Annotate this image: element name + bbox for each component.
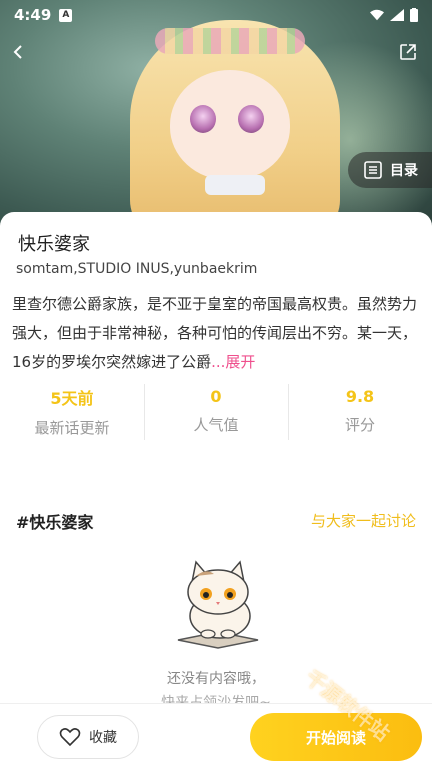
status-time: 4:49	[14, 6, 52, 24]
stat-popularity: 0 人气值	[144, 382, 288, 440]
stats-row: 5天前 最新话更新 0 人气值 9.8 评分	[0, 382, 432, 440]
empty-message: 还没有内容哦，	[167, 671, 265, 687]
status-bar: 4:49 A	[0, 0, 432, 30]
discuss-link[interactable]: 与大家一起讨论	[311, 510, 416, 531]
table-of-contents-button[interactable]: 目录	[348, 152, 432, 188]
stat-latest-update: 5天前 最新话更新	[0, 382, 144, 440]
battery-icon	[410, 8, 418, 22]
stat-value: 5天前	[50, 388, 94, 408]
comic-description: 里查尔德公爵家族，是不亚于皇室的帝国最高权贵。虽然势力强大，但由于非常神秘，各种…	[12, 290, 420, 377]
favorite-label: 收藏	[89, 730, 117, 746]
back-icon	[13, 45, 22, 59]
comic-title: 快乐婆家	[18, 234, 90, 255]
back-button[interactable]	[6, 40, 30, 64]
share-icon	[400, 44, 416, 60]
share-button[interactable]	[396, 40, 420, 64]
stat-caption: 最新话更新	[34, 418, 110, 437]
discussion-topic: #快乐婆家	[16, 513, 94, 532]
wifi-icon	[370, 9, 384, 21]
detail-sheet: 快乐婆家 somtam,STUDIO INUS,yunbaekrim 里查尔德公…	[0, 212, 432, 768]
stat-value: 9.8	[345, 387, 375, 406]
cover-image	[0, 0, 432, 230]
comic-authors: somtam,STUDIO INUS,yunbaekrim	[16, 261, 258, 277]
favorite-button[interactable]: 收藏	[37, 715, 139, 759]
stat-rating: 9.8 评分	[288, 382, 432, 440]
signal-icon	[390, 9, 404, 21]
cat-mascot-icon	[177, 560, 259, 649]
list-icon	[364, 161, 382, 179]
stat-caption: 人气值	[193, 416, 239, 434]
heart-icon	[59, 728, 81, 747]
stat-value: 0	[210, 387, 222, 406]
stat-caption: 评分	[344, 416, 375, 434]
expand-link[interactable]: ...展开	[211, 353, 255, 371]
notification-badge: A	[59, 8, 73, 22]
toc-label: 目录	[390, 163, 418, 179]
